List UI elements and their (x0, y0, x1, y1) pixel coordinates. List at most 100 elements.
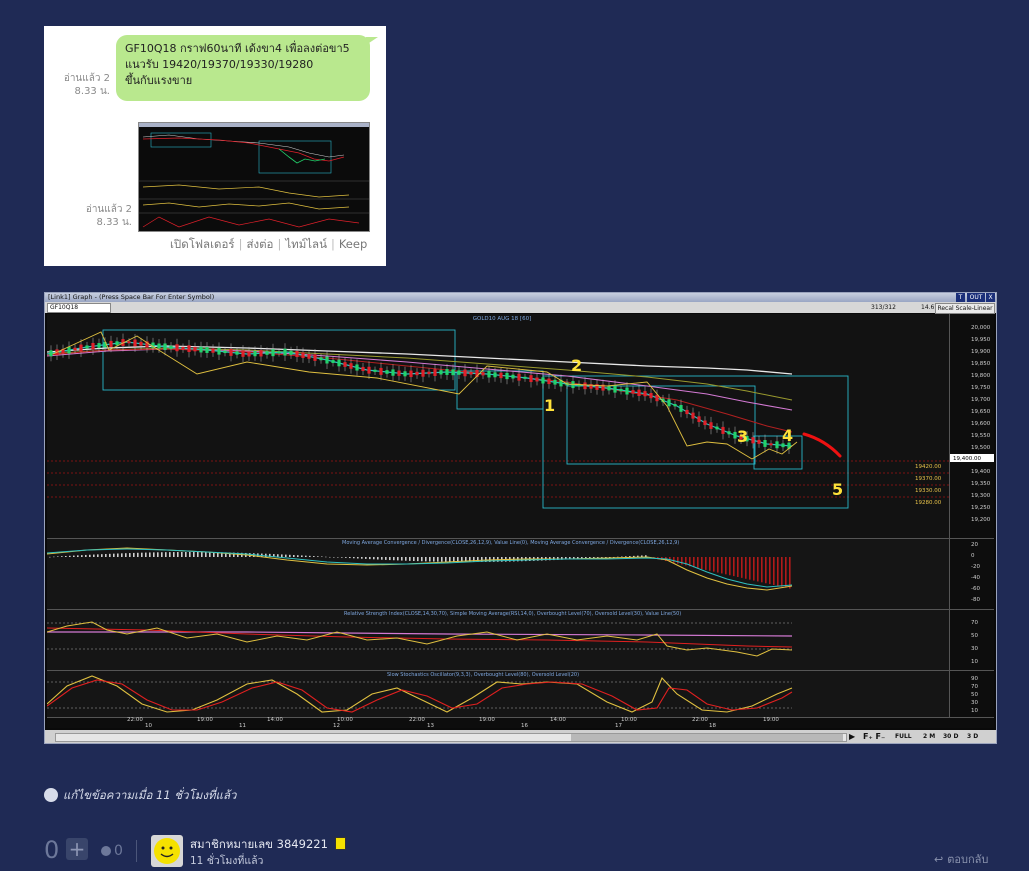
macd-histogram-bar (421, 557, 423, 562)
candle-body (553, 379, 557, 385)
price-chart[interactable]: GOLD10 AUG 18 [60] 20,000 19,950 19,900 … (47, 314, 994, 728)
share-link[interactable]: ส่งต่อ (246, 237, 273, 251)
reaction-counter[interactable]: 0 (101, 843, 123, 859)
stoch-tick: 10 (971, 708, 978, 714)
candle-body (109, 340, 113, 348)
candle-body (403, 371, 407, 377)
open-folder-link[interactable]: เปิดโฟลเดอร์ (170, 237, 235, 251)
macd-histogram-bar (89, 554, 91, 557)
macd-histogram-bar (65, 556, 67, 557)
candle-body (709, 422, 713, 429)
date-tick: 13 (427, 723, 434, 728)
chart-scrollbar[interactable] (55, 733, 847, 742)
candle-body (721, 426, 725, 434)
macd-histogram-bar (149, 552, 151, 557)
candle-body (235, 351, 239, 355)
macd-histogram-bar (145, 552, 147, 557)
macd-histogram-bar (61, 556, 63, 557)
candle-body (163, 343, 167, 351)
price-tick: 19,400 (971, 469, 991, 475)
symbol-toolbar: GF10Q18 313/312 14.67 Recal Scale-Linear (45, 302, 996, 314)
price-tick: 19,550 (971, 433, 991, 439)
full-button[interactable]: FULL (895, 730, 912, 743)
macd-histogram-bar (445, 557, 447, 562)
macd-histogram-bar (337, 557, 339, 558)
avatar[interactable] (151, 835, 183, 867)
candle-body (487, 370, 491, 378)
window-t-button[interactable]: T (956, 293, 965, 302)
candle-body (631, 390, 635, 394)
candle-body (697, 416, 701, 423)
time-tick: 19:00 (479, 717, 495, 723)
window-out-button[interactable]: OUT (967, 293, 985, 302)
candle-body (265, 351, 269, 355)
price-tick: 19,750 (971, 385, 991, 391)
candle-body (283, 348, 287, 356)
date-tick: 11 (239, 723, 246, 728)
candle-body (313, 354, 317, 361)
30d-button[interactable]: 30 D (943, 730, 958, 743)
date-tick: 17 (615, 723, 622, 728)
macd-histogram-bar (673, 557, 675, 563)
candle-body (757, 439, 761, 444)
recal-scale-button[interactable]: Recal Scale-Linear (935, 303, 995, 314)
candle-body (637, 389, 641, 396)
price-tick: 19,800 (971, 373, 991, 379)
macd-histogram-bar (101, 554, 103, 557)
candle-body (355, 364, 359, 371)
candle-body (133, 339, 137, 347)
macd-tick: -40 (971, 575, 980, 581)
rsi-title: Relative Strength Index(CLOSE,14,30,70),… (344, 611, 681, 617)
candle-body (607, 386, 611, 391)
price-tick: 19,250 (971, 505, 991, 511)
wave-label-1: 1 (544, 396, 555, 415)
time-tick: 19:00 (197, 717, 213, 723)
price-tick: 19,200 (971, 517, 991, 523)
candle-body (91, 342, 95, 350)
message-line-2: แนวรับ 19420/19370/19330/19280 (125, 58, 314, 71)
candle-body (619, 388, 623, 392)
macd-histogram-bar (93, 554, 95, 557)
3d-button[interactable]: 3 D (967, 730, 978, 743)
macd-histogram-bar (681, 557, 683, 565)
candle-body (451, 369, 455, 376)
candle-body (139, 341, 143, 346)
macd-histogram-bar (285, 554, 287, 557)
macd-histogram-bar (437, 557, 439, 562)
macd-histogram-bar (169, 552, 171, 557)
candle-body (427, 371, 431, 375)
scroll-right-icon[interactable]: ▶ (849, 730, 855, 743)
candle-body (259, 350, 263, 357)
candle-body (643, 391, 647, 397)
scrollbar-thumb[interactable] (571, 734, 843, 741)
macd-histogram-bar (605, 557, 607, 558)
macd-histogram-bar (413, 557, 415, 561)
keep-link[interactable]: Keep (339, 237, 367, 251)
macd-histogram-bar (769, 557, 771, 585)
window-titlebar: [Link1] Graph - (Press Space Bar For Ent… (45, 293, 996, 302)
macd-histogram-bar (369, 557, 371, 560)
macd-histogram-bar (353, 557, 355, 559)
candle-body (73, 347, 77, 351)
time-tick: 22:00 (409, 717, 425, 723)
candle-body (223, 350, 227, 354)
2m-button[interactable]: 2 M (923, 730, 935, 743)
macd-tick: -80 (971, 597, 980, 603)
wave-label-2: 2 (571, 356, 582, 375)
macd-histogram-bar (197, 552, 199, 557)
macd-histogram-bar (781, 557, 783, 587)
fit-icon[interactable]: F₊ F₋ (863, 730, 885, 743)
macd-histogram-bar (365, 557, 367, 559)
chart-image-thumbnail[interactable] (138, 122, 370, 232)
vote-plus-button[interactable]: + (66, 838, 88, 860)
macd-histogram-bar (389, 557, 391, 561)
macd-histogram-bar (69, 555, 71, 557)
support-label: 19330.00 (915, 488, 942, 494)
reply-button[interactable]: ↩ ตอบกลับ (934, 850, 988, 868)
macd-histogram-bar (137, 552, 139, 557)
support-label: 19280.00 (915, 500, 942, 506)
symbol-input[interactable]: GF10Q18 (47, 303, 111, 313)
macd-histogram-bar (109, 553, 111, 557)
window-close-button[interactable]: X (986, 293, 995, 302)
timeline-link[interactable]: ไทม์ไลน์ (285, 237, 327, 251)
